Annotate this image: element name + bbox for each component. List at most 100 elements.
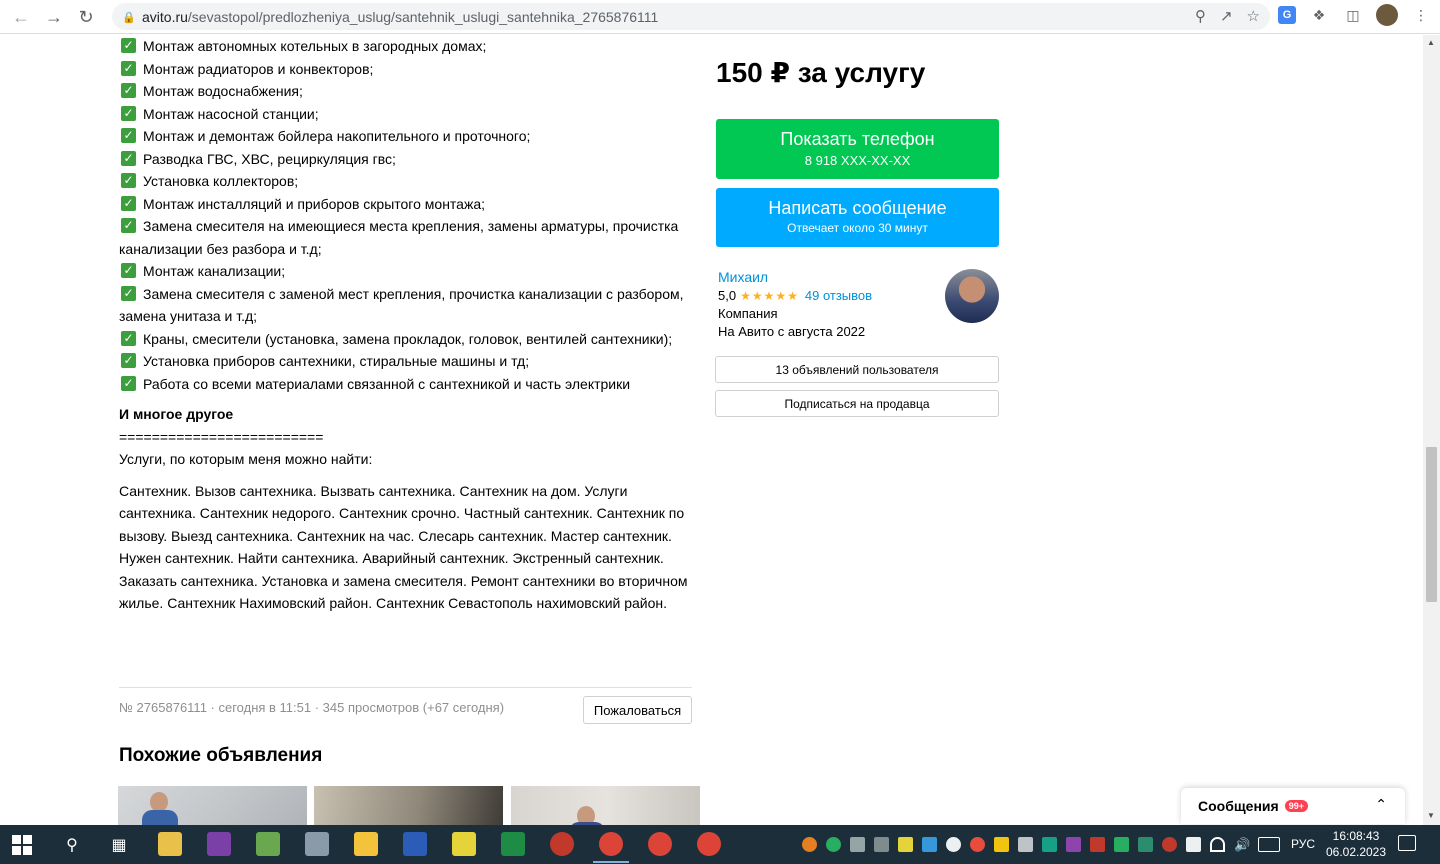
service-item: ✓ Разводка ГВС, ХВС, рециркуляция гвс;	[119, 148, 694, 171]
tray-app-icon[interactable]	[994, 837, 1009, 852]
side-panel-icon[interactable]: ◫	[1342, 4, 1364, 26]
chrome-icon[interactable]	[697, 832, 721, 856]
translate-extension-icon[interactable]: G	[1278, 6, 1296, 24]
item-description: ✓ Монтаж автономных котельных в загородны…	[119, 35, 694, 615]
reviews-link[interactable]: 49 отзывов	[805, 288, 872, 303]
keyboard-icon[interactable]	[1258, 837, 1280, 852]
listing-meta: № 2765876111 · сегодня в 11:51 · 345 про…	[119, 700, 505, 715]
messages-badge: 99+	[1284, 800, 1308, 812]
checkmark-icon: ✓	[121, 263, 136, 278]
battery-icon[interactable]	[1186, 837, 1201, 852]
address-bar[interactable]: 🔒 avito.ru/sevastopol/predlozheniya_uslu…	[112, 3, 1270, 30]
messages-label: Сообщения	[1198, 798, 1279, 814]
tray-app-icon[interactable]	[802, 837, 817, 852]
service-item: ✓ Краны, смесители (установка, замена про…	[119, 328, 694, 351]
notification-center-icon[interactable]	[1398, 835, 1416, 851]
similar-listing-thumbnail[interactable]	[118, 786, 307, 825]
checkmark-icon: ✓	[121, 38, 136, 53]
tray-odnoklassniki-icon[interactable]	[1162, 837, 1177, 852]
service-item: ✓ Замена смесителя на имеющиеся места кре…	[119, 218, 679, 257]
tray-snip-icon[interactable]	[922, 837, 937, 852]
tray-monitor-icon[interactable]	[850, 837, 865, 852]
file-explorer-notes-icon[interactable]	[158, 832, 182, 856]
file-explorer-icon[interactable]	[354, 832, 378, 856]
menu-kebab-icon[interactable]: ⋮	[1410, 4, 1432, 26]
tray-notes-icon[interactable]	[898, 837, 913, 852]
service-item: ✓ Монтаж насосной станции;	[119, 103, 694, 126]
tray-app-icon[interactable]	[1114, 837, 1129, 852]
input-language[interactable]: РУС	[1291, 837, 1315, 851]
spreadsheet-app-icon[interactable]	[256, 832, 280, 856]
odnoklassniki-icon[interactable]	[550, 832, 574, 856]
user-listings-button[interactable]: 13 объявлений пользователя	[715, 356, 999, 383]
task-view-icon[interactable]: ▦	[107, 833, 131, 857]
onenote-icon[interactable]	[207, 832, 231, 856]
show-phone-label: Показать телефон	[780, 129, 935, 149]
service-item: ✓ Монтаж автономных котельных в загородны…	[119, 35, 694, 58]
clock-time: 16:08:43	[1332, 829, 1380, 843]
tray-app-icon[interactable]	[874, 837, 889, 852]
messages-widget[interactable]: Сообщения 99+ ⌃	[1181, 788, 1405, 824]
chrome-icon[interactable]	[599, 832, 623, 856]
tray-app-icon[interactable]	[1042, 837, 1057, 852]
similar-listing-thumbnail[interactable]	[511, 786, 700, 825]
subscribe-seller-button[interactable]: Подписаться на продавца	[715, 390, 999, 417]
page-content: ✓ Монтаж автономных котельных в загородны…	[0, 35, 1423, 825]
service-item: ✓ Монтаж водоснабжения;	[119, 80, 694, 103]
word-icon[interactable]	[403, 832, 427, 856]
tray-fx-icon[interactable]	[1138, 837, 1153, 852]
tray-security-icon[interactable]	[826, 837, 841, 852]
chevron-up-icon[interactable]: ⌃	[1375, 796, 1387, 813]
photo-person	[150, 792, 168, 812]
service-item: ✓ Монтаж и демонтаж бойлера накопительног…	[119, 125, 694, 148]
checkmark-icon: ✓	[121, 375, 136, 391]
service-item: ✓ Монтаж инсталляций и приборов скрытого …	[119, 193, 694, 216]
phone-number: 8 918 XXX-XX-XX	[804, 153, 911, 168]
utility-app-icon[interactable]	[305, 832, 329, 856]
service-item: ✓ Замена смесителя с заменой мест креплен…	[119, 285, 684, 324]
rating-stars-icon: ★★★★★	[740, 288, 799, 303]
checkmark-icon: ✓	[121, 330, 136, 346]
back-icon[interactable]: ←	[5, 1, 37, 33]
scroll-up-icon[interactable]: ▲	[1427, 38, 1435, 47]
tray-app-icon[interactable]	[970, 837, 985, 852]
write-message-button[interactable]: Написать сообщение Отвечает около 30 мин…	[716, 188, 999, 247]
browser-toolbar: ← → ↻ 🔒 avito.ru/sevastopol/predlozheniy…	[0, 0, 1440, 34]
zoom-icon[interactable]: ⚲	[1195, 7, 1206, 25]
tray-app-icon[interactable]	[1018, 837, 1033, 852]
seller-avatar[interactable]	[945, 269, 999, 323]
similar-listing-thumbnail[interactable]	[314, 786, 503, 825]
share-icon[interactable]: ↗	[1220, 7, 1233, 25]
tray-app-icon[interactable]	[946, 837, 961, 852]
search-icon[interactable]: ⚲	[60, 833, 84, 857]
divider	[119, 687, 692, 688]
chrome-icon[interactable]	[648, 832, 672, 856]
wifi-icon[interactable]	[1210, 837, 1225, 852]
photo-person-body	[142, 810, 178, 825]
excel-icon[interactable]	[501, 832, 525, 856]
service-item: ✓ Установка коллекторов;	[119, 170, 694, 193]
service-item: ✓ Работа со всеми материалами связанной с…	[119, 373, 694, 396]
reload-icon[interactable]: ↻	[70, 1, 102, 33]
volume-icon[interactable]: 🔊	[1234, 837, 1250, 852]
complain-button[interactable]: Пожаловаться	[583, 696, 692, 724]
show-phone-button[interactable]: Показать телефон 8 918 XXX-XX-XX	[716, 119, 999, 179]
seller-name-link[interactable]: Михаил	[718, 269, 768, 285]
checkmark-icon: ✓	[121, 60, 136, 76]
more-services-heading: И многое другое	[119, 406, 234, 422]
tray-onenote-icon[interactable]	[1066, 837, 1081, 852]
response-time: Отвечает около 30 минут	[787, 221, 928, 235]
system-clock[interactable]: 16:08:43 06.02.2023	[1321, 828, 1391, 860]
search-intro: Услуги, по которым меня можно найти:	[119, 451, 373, 467]
keywords-paragraph: Сантехник. Вызов сантехника. Вызвать сан…	[119, 482, 688, 612]
windows-start-icon[interactable]	[12, 835, 32, 855]
extensions-puzzle-icon[interactable]: ❖	[1308, 4, 1330, 26]
profile-avatar-icon[interactable]	[1376, 4, 1398, 26]
forward-icon[interactable]: →	[38, 1, 70, 33]
bookmark-star-icon[interactable]: ☆	[1247, 7, 1260, 25]
scrollbar-thumb[interactable]	[1426, 447, 1437, 602]
tray-app-icon[interactable]	[1090, 837, 1105, 852]
sticky-notes-icon[interactable]	[452, 832, 476, 856]
scroll-down-icon[interactable]: ▼	[1427, 811, 1435, 820]
page-scrollbar[interactable]	[1423, 35, 1440, 825]
